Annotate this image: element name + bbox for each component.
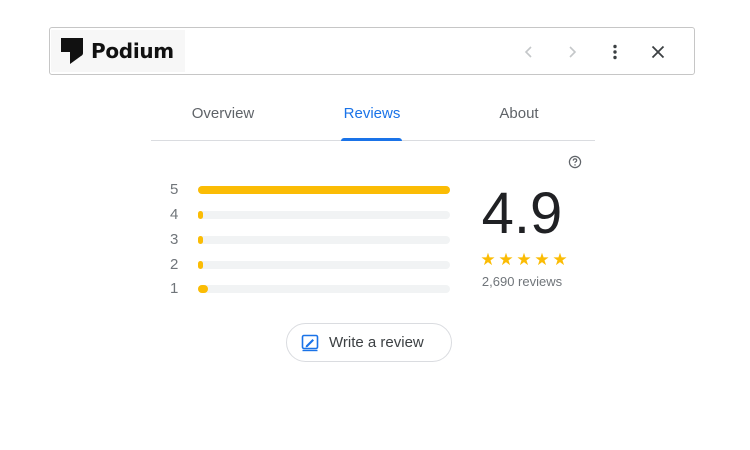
rating-bar-track [198,236,450,244]
write-review-label: Write a review [329,334,424,351]
average-rating: 4.9 [481,181,563,246]
star-icon: ★ [552,250,568,270]
top-bar: Podium [49,27,695,75]
write-review-icon [301,334,319,351]
active-tab-indicator [341,138,402,141]
tab-overview[interactable]: Overview [181,95,265,140]
podium-logo-icon [61,38,83,64]
rating-bar-fill [198,285,209,293]
rating-bar-fill [198,186,450,194]
tab-about[interactable]: About [491,95,547,140]
help-icon[interactable] [568,155,582,169]
star-icon: ★ [516,250,532,270]
close-icon [651,45,665,59]
star-rating: ★ ★ ★ ★ ★ [479,250,569,270]
brand-logo: Podium [51,30,185,72]
more-options-button[interactable] [603,40,627,64]
rating-row-label: 5 [170,181,179,198]
rating-row-label: 2 [170,256,179,273]
rating-bar-track [198,211,450,219]
rating-row-2: 2 [170,255,455,275]
rating-bar-track [198,261,450,269]
more-vert-icon [613,44,617,60]
forward-button[interactable] [560,40,584,64]
tab-bar: Overview Reviews About [151,95,595,141]
brand-name: Podium [91,39,174,63]
rating-row-3: 3 [170,230,455,250]
close-button[interactable] [646,40,670,64]
write-review-button[interactable]: Write a review [286,323,452,362]
rating-bar-fill [198,211,204,219]
rating-bar-fill [198,236,203,244]
chevron-right-icon [569,46,577,58]
rating-bar-track [198,285,450,293]
rating-row-4: 4 [170,205,455,225]
rating-bar-track [198,186,450,194]
rating-row-1: 1 [170,279,455,299]
rating-row-label: 1 [170,280,179,297]
star-icon: ★ [534,250,550,270]
star-icon: ★ [480,250,496,270]
rating-row-label: 3 [170,231,179,248]
rating-row-5: 5 [170,180,455,200]
back-button[interactable] [517,40,541,64]
rating-bar-fill [198,261,203,269]
rating-row-label: 4 [170,206,179,223]
star-icon: ★ [498,250,514,270]
tab-reviews[interactable]: Reviews [337,95,407,140]
chevron-left-icon [524,46,532,58]
reviews-count: 2,690 reviews [481,274,563,289]
